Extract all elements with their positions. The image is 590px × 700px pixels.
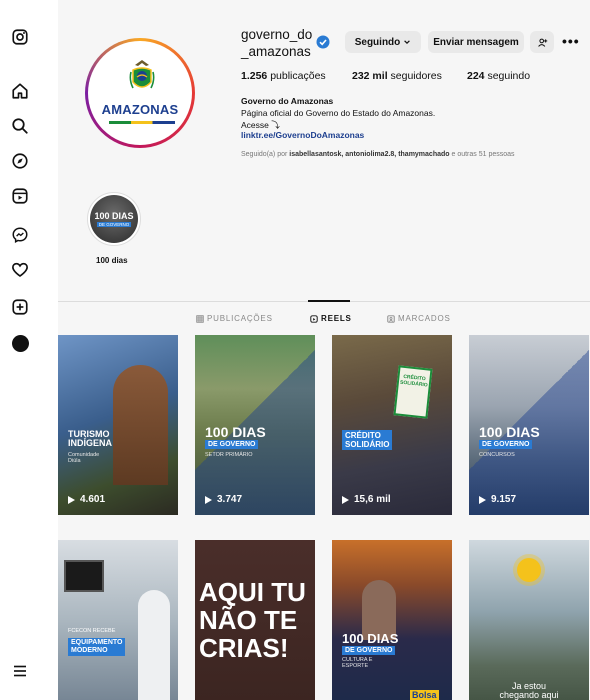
reel-monitor — [64, 560, 104, 592]
tab-tagged[interactable]: MARCADOS — [387, 314, 451, 323]
reel-pill: DE GOVERNO — [342, 646, 396, 655]
reels-tab-icon — [310, 314, 318, 323]
reel-brand: Bolsa — [410, 690, 439, 700]
bio-link[interactable]: linktr.ee/GovernoDoAmazonas — [241, 130, 364, 140]
reel-tile[interactable]: Ja estou chegando aqui — [469, 540, 589, 700]
reel-doctor — [138, 590, 170, 700]
reel-title: 100 DIAS — [205, 424, 266, 440]
explore-icon[interactable] — [9, 150, 31, 172]
reel-title: CRÉDITO SOLIDÁRIO — [342, 430, 393, 450]
reel-views: 15,6 mil — [342, 494, 391, 505]
following-count[interactable]: 224 seguindo — [467, 70, 530, 82]
play-icon — [68, 495, 75, 504]
followers-count[interactable]: 232 mil seguidores — [352, 70, 442, 82]
reel-subtitle: CULTURA E ESPORTE — [342, 657, 373, 669]
coat-of-arms-icon — [129, 60, 155, 89]
more-options-icon[interactable]: ••• — [562, 33, 580, 49]
profile-avatar[interactable] — [9, 332, 31, 354]
play-icon — [479, 495, 486, 504]
search-icon[interactable] — [9, 115, 31, 137]
flag-stripe — [109, 121, 175, 124]
tab-posts[interactable]: PUBLICAÇÕES — [196, 314, 273, 323]
profile-username: governo_do _amazonas — [241, 27, 313, 59]
reel-title: 100 DIAS — [342, 631, 399, 646]
active-tab-indicator — [308, 300, 350, 302]
highlight-title: 100 DIAS — [94, 210, 134, 221]
avatar-brand: AMAZONAS — [101, 102, 179, 117]
reel-subtitle: SETOR PRIMÁRIO — [205, 452, 253, 458]
followed-by[interactable]: Seguido(a) por isabellasantosk, antoniol… — [241, 151, 515, 158]
reel-subtitle: CONCURSOS — [479, 452, 515, 458]
tab-reels[interactable]: REELS — [310, 314, 352, 323]
menu-icon[interactable] — [9, 660, 31, 682]
add-person-icon — [537, 38, 547, 47]
suggest-people-button[interactable] — [530, 31, 554, 53]
reel-tile[interactable]: 100 DIAS DE GOVERNO SETOR PRIMÁRIO 3.747 — [195, 335, 315, 515]
reel-pill: DE GOVERNO — [205, 440, 259, 449]
reel-tile[interactable]: FCECON RECEBE EQUIPAMENTO MODERNO — [58, 540, 178, 700]
reel-views: 4.601 — [68, 494, 105, 505]
reel-sign: CRÉDITO SOLIDÁRIO — [393, 365, 433, 419]
reel-tile[interactable]: 100 DIAS DE GOVERNO CULTURA E ESPORTE Bo… — [332, 540, 452, 700]
reel-thumbnail-figure — [113, 365, 168, 485]
reel-title: 100 DIAS — [479, 424, 540, 440]
tagged-icon — [387, 314, 395, 323]
highlight-label: 100 dias — [96, 256, 128, 265]
reel-views: 3.747 — [205, 494, 242, 505]
reel-tile[interactable]: TURISMO INDÍGENA Comunidade Diúla 4.601 — [58, 335, 178, 515]
reel-title: AQUI TU NÃO TE CRIAS! — [199, 577, 306, 663]
reel-subtitle: FCECON RECEBE — [68, 628, 116, 634]
play-icon — [342, 495, 349, 504]
home-icon[interactable] — [9, 80, 31, 102]
create-icon[interactable] — [9, 296, 31, 318]
verified-badge-icon — [316, 35, 330, 49]
sun-icon — [517, 558, 541, 582]
following-button[interactable]: Seguindo — [345, 31, 421, 53]
message-button[interactable]: Enviar mensagem — [428, 31, 524, 53]
reel-tile[interactable]: 100 DIAS DE GOVERNO CONCURSOS 9.157 — [469, 335, 589, 515]
reels-icon[interactable] — [9, 185, 31, 207]
bio-name: Governo do Amazonas — [241, 96, 334, 106]
reel-subtitle: Comunidade Diúla — [68, 452, 100, 464]
messenger-icon[interactable] — [9, 224, 31, 246]
reel-title: EQUIPAMENTO MODERNO — [68, 638, 126, 656]
play-icon — [205, 495, 212, 504]
story-highlight[interactable]: 100 DIAS DE GOVERNO — [87, 192, 141, 246]
profile-picture[interactable]: AMAZONAS — [85, 38, 195, 148]
reel-tile[interactable]: AQUI TU NÃO TE CRIAS! — [195, 540, 315, 700]
highlight-subtitle: DE GOVERNO — [96, 221, 132, 227]
instagram-logo-icon[interactable] — [9, 26, 31, 48]
chevron-down-icon — [404, 40, 411, 45]
reel-title: TURISMO INDÍGENA — [68, 429, 113, 449]
reel-tile[interactable]: CRÉDITO SOLIDÁRIO CRÉDITO SOLIDÁRIO 15,6… — [332, 335, 452, 515]
bio-text: Página oficial do Governo do Estado do A… — [241, 108, 436, 118]
grid-icon — [196, 314, 204, 323]
heart-icon[interactable] — [9, 259, 31, 281]
posts-count[interactable]: 1.256 publicações — [241, 70, 326, 82]
reel-caption: Ja estou chegando aqui — [499, 681, 559, 700]
reel-pill: DE GOVERNO — [479, 440, 533, 449]
reel-views: 9.157 — [479, 494, 516, 505]
following-button-label: Seguindo — [354, 36, 401, 48]
sidebar — [0, 0, 42, 700]
